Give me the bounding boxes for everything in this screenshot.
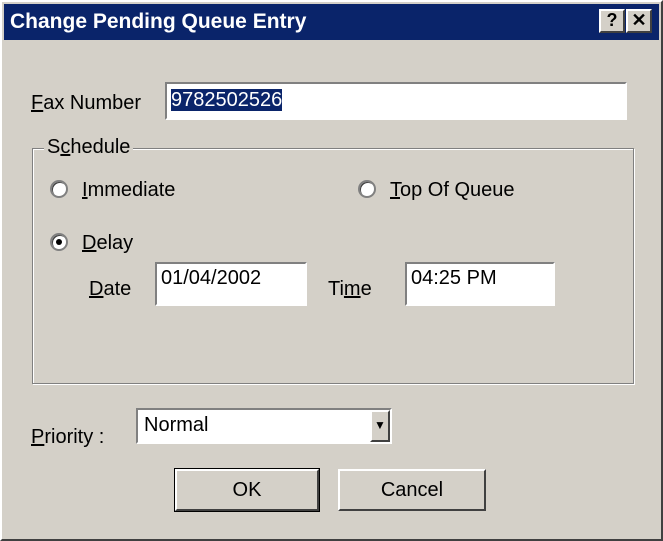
delay-radio[interactable] [50, 233, 68, 251]
dialog-window: Change Pending Queue Entry ? ✕ Fax Numbe… [0, 0, 663, 541]
fax-number-label: Fax Number [31, 92, 142, 114]
time-input[interactable]: 04:25 PM [405, 262, 555, 306]
top-of-queue-radio[interactable] [358, 180, 376, 198]
help-button[interactable]: ? [599, 9, 625, 33]
priority-value: Normal [144, 414, 209, 436]
ok-button[interactable]: OK [174, 468, 320, 512]
window-title: Change Pending Queue Entry [10, 10, 307, 33]
fax-number-value: 9782502526 [171, 89, 283, 111]
chevron-down-icon[interactable]: ▼ [370, 410, 390, 442]
immediate-label[interactable]: Immediate [82, 179, 175, 202]
close-icon[interactable]: ✕ [626, 9, 652, 33]
time-label: Time [328, 278, 372, 300]
title-bar[interactable]: Change Pending Queue Entry ? ✕ [4, 4, 659, 40]
date-label: Date [89, 278, 132, 300]
immediate-radio[interactable] [50, 180, 68, 198]
fax-number-input[interactable]: 9782502526 [165, 82, 627, 120]
top-of-queue-label[interactable]: Top Of Queue [390, 179, 515, 202]
schedule-legend: Schedule [44, 136, 134, 159]
cancel-button[interactable]: Cancel [338, 469, 486, 511]
delay-label[interactable]: Delay [82, 232, 133, 255]
date-input[interactable]: 01/04/2002 [155, 262, 307, 306]
priority-select[interactable]: Normal ▼ [136, 408, 392, 444]
priority-label: Priority : [31, 426, 105, 448]
